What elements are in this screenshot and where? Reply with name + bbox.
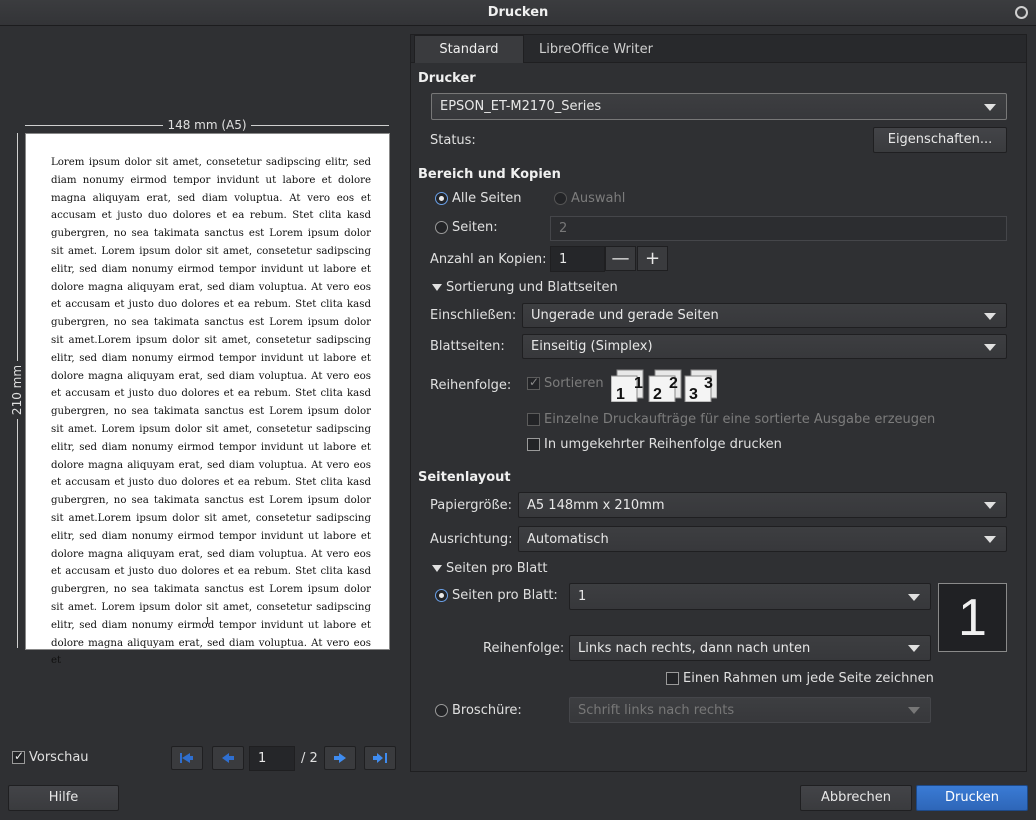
pages-label: Seiten:: [452, 220, 498, 235]
svg-text:2: 2: [669, 375, 678, 392]
brochure-radio[interactable]: [435, 704, 448, 717]
tab-libreoffice-writer[interactable]: LibreOffice Writer: [526, 35, 666, 63]
close-icon[interactable]: [1015, 6, 1028, 19]
pages-per-sheet-select[interactable]: 1: [569, 583, 931, 610]
pages-per-sheet-label: Seiten pro Blatt:: [452, 588, 558, 603]
expander-arrow-icon: [432, 284, 442, 291]
border-option[interactable]: Einen Rahmen um jede Seite zeichnen: [666, 671, 934, 686]
include-label: Einschließen:: [430, 308, 517, 323]
first-page-button[interactable]: [171, 746, 203, 770]
all-pages-label: Alle Seiten: [452, 191, 522, 206]
reverse-order-option[interactable]: In umgekehrter Reihenfolge drucken: [527, 437, 782, 452]
pages-per-sheet-preview: 1: [938, 583, 1007, 652]
all-pages-option[interactable]: Alle Seiten: [435, 191, 521, 206]
collate-checkbox[interactable]: [527, 375, 540, 390]
pages-radio[interactable]: [435, 221, 448, 234]
selection-option[interactable]: Auswahl: [554, 191, 625, 206]
sides-label: Blattseiten:: [430, 339, 505, 354]
collate-pages-icon: 11 22 33: [611, 369, 717, 402]
printer-select[interactable]: EPSON_ET-M2170_Series: [431, 93, 1007, 120]
svg-text:1: 1: [616, 386, 625, 402]
svg-text:3: 3: [704, 375, 713, 392]
collate-option[interactable]: Sortieren: [527, 375, 604, 391]
preview-toggle[interactable]: Vorschau: [12, 749, 89, 765]
printer-section-title: Drucker: [418, 71, 476, 86]
brochure-label: Broschüre:: [452, 703, 522, 718]
order-label: Reihenfolge:: [430, 378, 512, 393]
layout-section-title: Seitenlayout: [418, 470, 511, 485]
page-number: 1: [205, 616, 210, 627]
orientation-select[interactable]: Automatisch: [518, 526, 1007, 552]
previous-page-icon: [222, 753, 234, 763]
pages-option[interactable]: Seiten:: [435, 220, 498, 235]
height-dimension: 210 mm: [10, 133, 24, 648]
copies-decrement-button[interactable]: —: [605, 246, 636, 271]
tab-standard[interactable]: Standard: [414, 35, 524, 63]
total-pages-label: / 2: [301, 751, 318, 766]
brochure-option[interactable]: Broschüre:: [435, 703, 522, 718]
brochure-select[interactable]: Schrift links nach rechts: [569, 697, 931, 723]
current-page-input[interactable]: 1: [249, 746, 295, 771]
last-page-button[interactable]: [364, 746, 396, 770]
separate-jobs-label: Einzelne Druckaufträge für eine sortiert…: [544, 412, 936, 427]
properties-button[interactable]: Eigenschaften...: [873, 127, 1007, 153]
status-label: Status:: [430, 133, 476, 148]
help-button[interactable]: Hilfe: [8, 785, 119, 811]
tab-bar: Standard LibreOffice Writer: [411, 35, 1026, 63]
reverse-order-label: In umgekehrter Reihenfolge drucken: [544, 437, 782, 452]
page-text: Lorem ipsum dolor sit amet, consetetur s…: [51, 157, 371, 667]
all-pages-radio[interactable]: [435, 192, 448, 205]
previous-page-button[interactable]: [212, 746, 244, 770]
pages-per-sheet-option[interactable]: Seiten pro Blatt:: [435, 588, 558, 603]
preview-checkbox[interactable]: [12, 749, 25, 764]
last-page-icon: [373, 753, 387, 763]
page-order-label: Reihenfolge:: [483, 641, 565, 656]
width-dimension: 148 mm (A5): [25, 118, 389, 132]
separate-jobs-checkbox[interactable]: [527, 413, 540, 426]
border-checkbox[interactable]: [666, 672, 679, 685]
expander-arrow-icon: [432, 565, 442, 572]
print-button[interactable]: Drucken: [916, 785, 1028, 811]
range-section-title: Bereich und Kopien: [418, 167, 561, 182]
border-label: Einen Rahmen um jede Seite zeichnen: [683, 671, 934, 686]
width-label: 148 mm (A5): [163, 118, 251, 132]
reverse-order-checkbox[interactable]: [527, 438, 540, 451]
include-select[interactable]: Ungerade und gerade Seiten: [522, 303, 1007, 328]
height-label: 210 mm: [10, 360, 24, 420]
next-page-button[interactable]: [324, 746, 356, 770]
page-preview: Lorem ipsum dolor sit amet, consetetur s…: [25, 133, 390, 666]
svg-text:3: 3: [689, 386, 698, 402]
paper-size-select[interactable]: A5 148mm x 210mm: [518, 492, 1007, 518]
page-order-select[interactable]: Links nach rechts, dann nach unten: [569, 635, 931, 661]
collate-label: Sortieren: [544, 376, 604, 391]
next-page-icon: [334, 753, 346, 763]
window-title: Drucken: [487, 5, 549, 20]
paper-size-label: Papiergröße:: [430, 498, 513, 513]
copies-input[interactable]: 1: [550, 246, 605, 272]
pages-per-sheet-radio[interactable]: [435, 589, 448, 602]
svg-text:2: 2: [653, 386, 662, 402]
svg-text:1: 1: [634, 375, 643, 392]
selection-radio[interactable]: [554, 192, 567, 205]
cancel-button[interactable]: Abbrechen: [800, 785, 912, 811]
pages-per-sheet-expander[interactable]: Seiten pro Blatt: [432, 561, 547, 576]
sides-select[interactable]: Einseitig (Simplex): [522, 334, 1007, 359]
preview-checkbox-label: Vorschau: [29, 750, 89, 765]
orientation-label: Ausrichtung:: [430, 532, 513, 547]
separate-jobs-option[interactable]: Einzelne Druckaufträge für eine sortiert…: [527, 412, 935, 427]
copies-increment-button[interactable]: +: [637, 246, 668, 271]
title-bar: Drucken: [0, 0, 1036, 26]
sorting-expander-label: Sortierung und Blattseiten: [446, 280, 618, 295]
pages-input[interactable]: 2: [550, 216, 1007, 241]
copies-label: Anzahl an Kopien:: [430, 252, 547, 267]
pages-per-sheet-expander-label: Seiten pro Blatt: [446, 561, 548, 576]
selection-label: Auswahl: [571, 191, 626, 206]
sorting-expander[interactable]: Sortierung und Blattseiten: [432, 280, 618, 295]
first-page-icon: [180, 753, 193, 763]
